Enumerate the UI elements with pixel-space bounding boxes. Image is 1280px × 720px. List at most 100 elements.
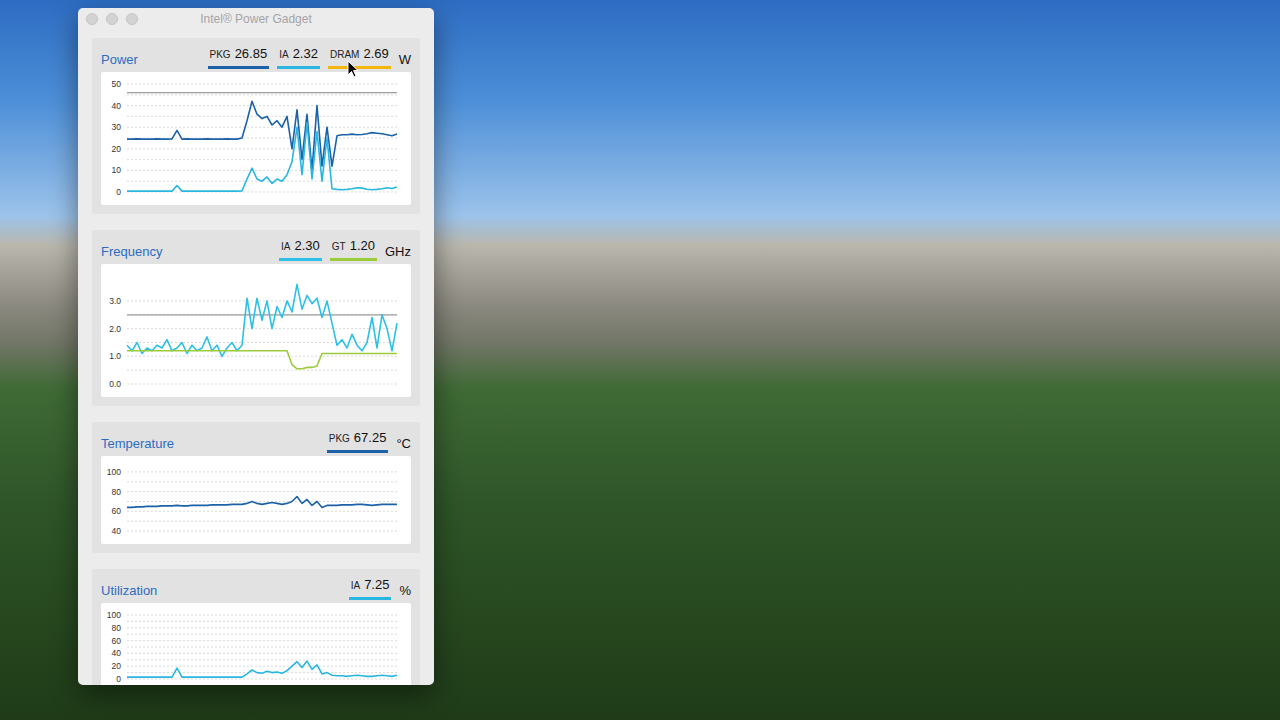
axis-tick: 0 — [116, 674, 121, 684]
series-line — [127, 123, 397, 191]
grid-line — [127, 666, 397, 667]
window-controls — [86, 13, 138, 25]
grid-line — [127, 314, 397, 315]
series-line — [127, 497, 397, 508]
axis-tick: 80 — [112, 487, 122, 497]
axis-tick: 80 — [112, 623, 122, 633]
chart-area: 3.0 2.0 1.0 0.0 — [101, 264, 411, 397]
axis-tick: 3.0 — [109, 296, 121, 306]
grid-line — [127, 627, 397, 628]
readout: IA 2.30 — [279, 233, 322, 261]
axis-tick: 30 — [112, 122, 122, 132]
axis-tick: 0 — [116, 187, 121, 197]
panel-title: Frequency — [101, 242, 162, 262]
readout-value: 7.25 — [364, 577, 389, 592]
axis-tick: 0.0 — [109, 379, 121, 389]
grid-line — [127, 471, 397, 472]
grid-line — [127, 640, 397, 641]
grid-line — [127, 621, 397, 622]
grid-line — [127, 127, 397, 128]
readout-value: 2.32 — [293, 46, 318, 61]
grid-line — [127, 170, 397, 171]
line-chart: 100 80 60 40 — [101, 456, 408, 544]
panel-title: Utilization — [101, 581, 157, 601]
app-window[interactable]: Intel® Power Gadget Power PKG 26.85 IA 2.32 DR… — [78, 8, 434, 685]
readout-label: PKG — [329, 433, 350, 444]
series-line — [127, 351, 397, 369]
unit-label: GHz — [385, 242, 411, 262]
grid-line — [127, 356, 397, 357]
readout-label: PKG — [210, 49, 231, 60]
series-line — [127, 284, 397, 356]
readout-label: IA — [281, 241, 290, 252]
line-chart: 3.0 2.0 1.0 0.0 — [101, 264, 408, 397]
desktop: Intel® Power Gadget Power PKG 26.85 IA 2.32 DR… — [0, 0, 1280, 720]
axis-tick: 60 — [112, 636, 122, 646]
readout-label: DRAM — [330, 49, 359, 60]
readout-group: PKG 26.85 IA 2.32 DRAM 2.69 W — [208, 41, 411, 69]
series-line — [127, 101, 397, 170]
grid-line — [127, 328, 397, 329]
readout-value: 2.30 — [294, 238, 319, 253]
limit-line — [127, 92, 397, 93]
panel-header: Frequency IA 2.30 GT1.20 GHz — [101, 233, 411, 264]
axis-tick: 10 — [112, 165, 122, 175]
axis-tick: 40 — [112, 101, 122, 111]
readout-value: 26.85 — [235, 46, 268, 61]
axis-tick: 60 — [112, 506, 122, 516]
axis-tick: 40 — [112, 526, 122, 536]
unit-label: W — [399, 50, 411, 70]
line-chart: 100806040200 — [101, 603, 408, 685]
cursor-icon — [347, 60, 359, 78]
grid-line — [127, 105, 397, 106]
minimize-button[interactable] — [106, 13, 118, 25]
grid-line — [127, 653, 397, 654]
readout-label: IA — [279, 49, 288, 60]
grid-line — [127, 531, 397, 532]
zoom-button[interactable] — [126, 13, 138, 25]
unit-label: % — [399, 581, 411, 601]
readout: IA 7.25 — [349, 572, 392, 600]
axis-tick: 1.0 — [109, 351, 121, 361]
grid-line — [127, 634, 397, 635]
axis-tick: 20 — [112, 661, 122, 671]
grid-line — [127, 300, 397, 301]
series-line — [127, 661, 397, 677]
panel-title: Power — [101, 50, 138, 70]
grid-line — [127, 501, 397, 502]
grid-line — [127, 647, 397, 648]
metric-panel: UtilizationIA7.25%100806040200 — [92, 569, 420, 685]
grid-line — [127, 511, 397, 512]
grid-line — [127, 94, 397, 95]
panel-title: Temperature — [101, 434, 174, 454]
readout-group: IA 2.30 GT1.20 GHz — [279, 233, 411, 261]
limit-line — [127, 314, 397, 315]
close-button[interactable] — [86, 13, 98, 25]
axis-tick: 20 — [112, 144, 122, 154]
chart-area: 100 80 60 40 — [101, 456, 411, 544]
readout-label: IA — [351, 580, 360, 591]
readout-group: PKG67.25°C — [327, 425, 411, 453]
window-title: Intel® Power Gadget — [138, 10, 374, 28]
line-chart: 50403020100 — [101, 72, 408, 205]
panel-header: Power PKG 26.85 IA 2.32 DRAM 2.69 W — [101, 41, 411, 72]
grid-line — [127, 370, 397, 371]
grid-line — [127, 148, 397, 149]
readout-group: IA 7.25% — [349, 572, 411, 600]
window-content: PowerPKG26.85IA2.32DRAM2.69W50403020100F… — [78, 30, 434, 685]
readout: IA 2.32 — [277, 41, 320, 69]
metric-panel: PowerPKG26.85IA2.32DRAM2.69W50403020100 — [92, 38, 420, 214]
grid-line — [127, 481, 397, 482]
readout-value: 2.69 — [363, 46, 388, 61]
readout: GT1.20 — [330, 233, 377, 261]
cursor-arrow — [348, 61, 358, 77]
grid-line — [127, 159, 397, 160]
chart-area: 100806040200 — [101, 603, 411, 685]
grid-line — [127, 384, 397, 385]
readout-value: 67.25 — [354, 430, 387, 445]
readout: PKG 26.85 — [208, 41, 270, 69]
readout: PKG 67.25 — [327, 425, 389, 453]
axis-tick: 2.0 — [109, 324, 121, 334]
axis-tick: 100 — [107, 467, 121, 477]
title-bar[interactable]: Intel® Power Gadget — [78, 8, 434, 30]
